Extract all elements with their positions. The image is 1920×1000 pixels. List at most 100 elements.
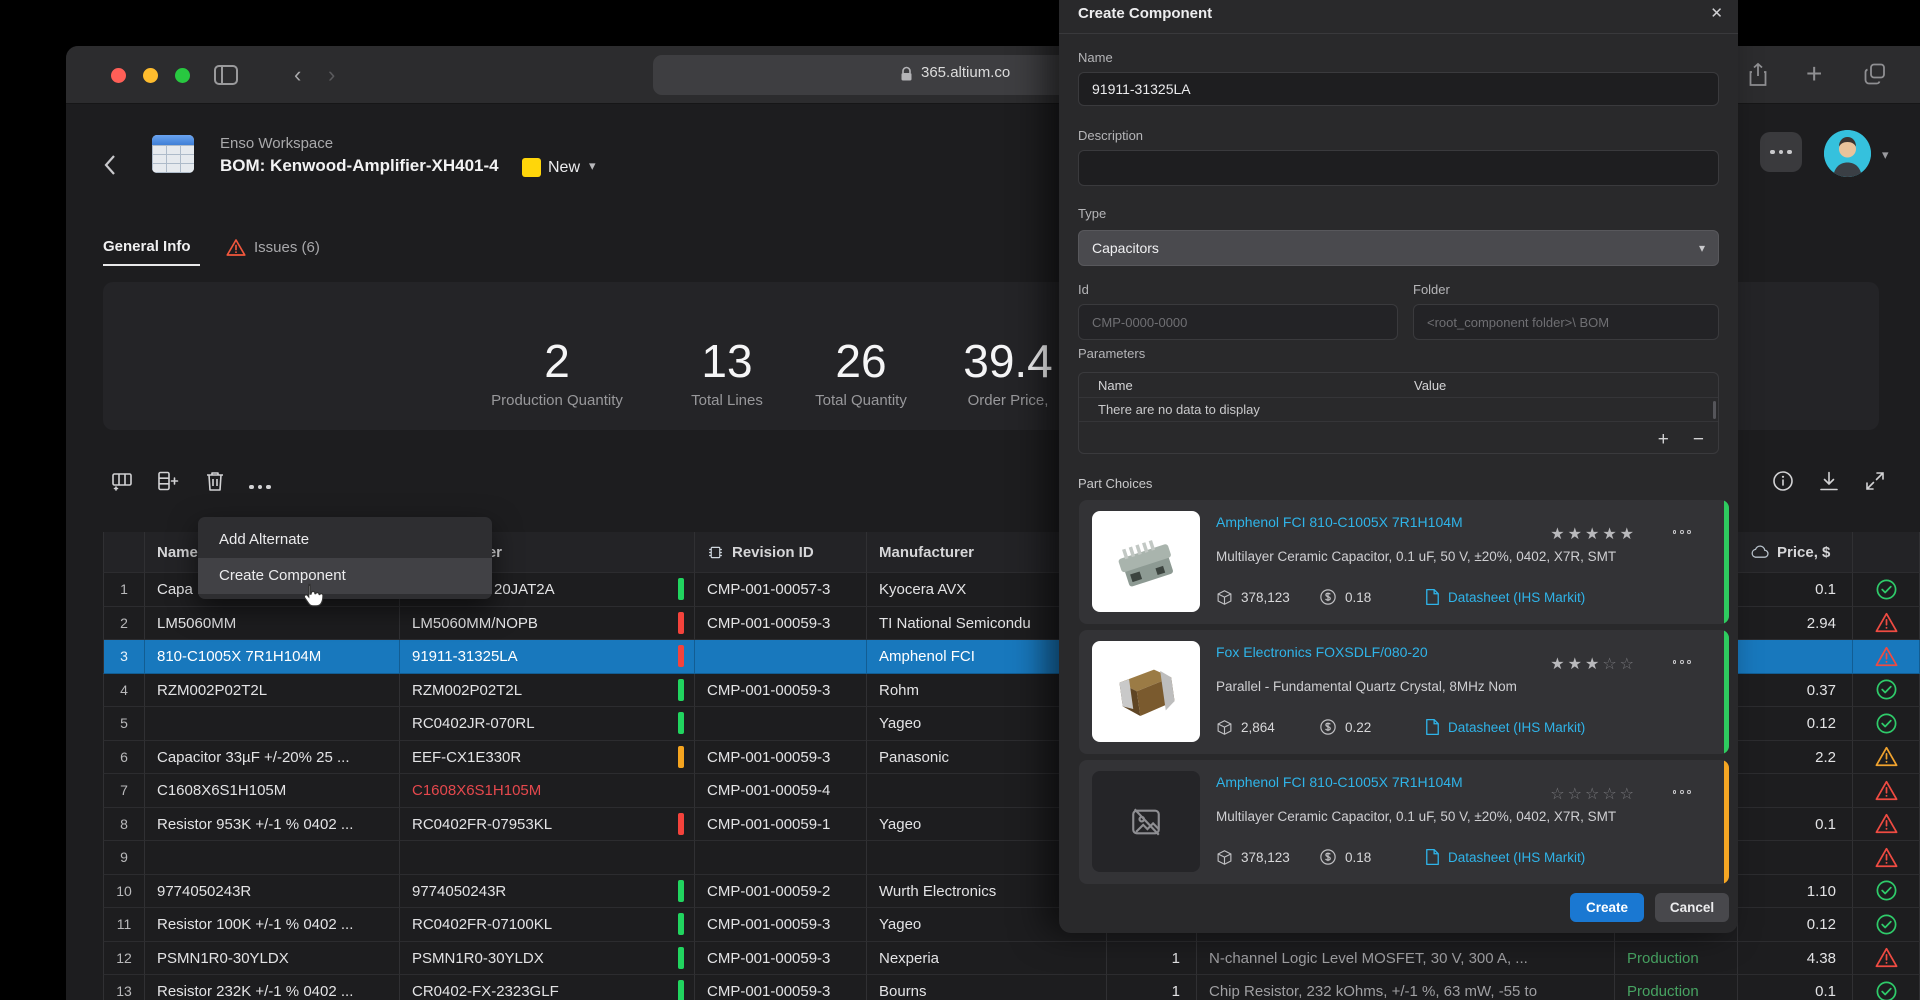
cell-revision[interactable]: CMP-001-00059-2 [695,875,867,909]
cell-price[interactable] [1738,841,1853,875]
cell-mpn[interactable]: C1608X6S1H105M [400,774,695,808]
datasheet-link[interactable]: Datasheet (IHS Markit) [1448,850,1585,865]
minimize-window-button[interactable] [143,68,158,83]
part-choice-card[interactable]: Fox Electronics FOXSDLF/080-20Parallel -… [1079,630,1729,754]
new-tab-icon[interactable]: + [1806,60,1822,88]
cell-revision[interactable] [695,841,867,875]
cell-price[interactable]: 4.38 [1738,942,1853,976]
id-field[interactable] [1078,304,1398,340]
star-filled-icon[interactable]: ★ [1585,526,1602,543]
cell-mpn[interactable]: EEF-CX1E330R [400,741,695,775]
cell-mpn[interactable]: LM5060MM/NOPB [400,607,695,641]
star-filled-icon[interactable]: ★ [1568,656,1585,673]
tab-overview-icon[interactable] [1863,62,1887,86]
create-button[interactable]: Create [1570,893,1644,922]
cell-revision[interactable]: CMP-001-00059-3 [695,674,867,708]
star-filled-icon[interactable]: ★ [1585,656,1602,673]
cell-num[interactable]: 1 [103,573,145,607]
cell-status[interactable] [1853,841,1920,875]
star-filled-icon[interactable]: ★ [1550,526,1567,543]
type-select[interactable]: Capacitors ▾ [1078,230,1719,266]
status-badge[interactable]: New [548,159,580,177]
cancel-button[interactable]: Cancel [1655,893,1729,922]
delete-icon[interactable] [205,470,225,492]
zoom-window-button[interactable] [175,68,190,83]
column-header-price[interactable]: Price, $ [1738,532,1853,573]
cell-revision[interactable] [695,640,867,674]
menu-item-create-component[interactable]: Create Component [198,558,492,594]
table-more-icon[interactable] [249,476,271,498]
cell-status[interactable] [1853,640,1920,674]
card-more-icon[interactable] [1673,530,1691,534]
forward-icon[interactable]: › [328,63,335,87]
description-field[interactable] [1078,150,1719,186]
card-more-icon[interactable] [1673,790,1691,794]
cell-name[interactable]: 810-C1005X 7R1H104M [145,640,400,674]
cell-price[interactable]: 0.12 [1738,707,1853,741]
cell-description[interactable]: N-channel Logic Level MOSFET, 30 V, 300 … [1197,942,1615,976]
cell-mpn[interactable]: PSMN1R0-30YLDX [400,942,695,976]
cell-mpn[interactable]: RZM002P02T2L [400,674,695,708]
cell-num[interactable]: 8 [103,808,145,842]
cell-price[interactable]: 2.94 [1738,607,1853,641]
cell-mpn[interactable] [400,841,695,875]
part-link[interactable]: Amphenol FCI 810-C1005X 7R1H104M [1216,514,1463,530]
cell-status[interactable] [1853,774,1920,808]
cell-name[interactable]: Capacitor 33µF +/-20% 25 ... [145,741,400,775]
cell-mpn[interactable]: 91911-31325LA [400,640,695,674]
cell-qty[interactable]: 1 [1107,942,1197,976]
part-link[interactable]: Fox Electronics FOXSDLF/080-20 [1216,644,1428,660]
star-empty-icon[interactable]: ☆ [1602,786,1619,803]
cell-revision[interactable]: CMP-001-00057-3 [695,573,867,607]
cell-mpn[interactable]: 9774050243R [400,875,695,909]
more-actions-button[interactable] [1760,132,1802,172]
column-header-status[interactable] [1853,532,1920,573]
part-link[interactable]: Amphenol FCI 810-C1005X 7R1H104M [1216,774,1463,790]
cell-price[interactable]: 0.37 [1738,674,1853,708]
cell-status[interactable] [1853,707,1920,741]
cell-status[interactable] [1853,573,1920,607]
star-empty-icon[interactable]: ☆ [1585,786,1602,803]
star-empty-icon[interactable]: ☆ [1620,656,1637,673]
cell-price[interactable]: 0.1 [1738,573,1853,607]
table-row[interactable]: 12PSMN1R0-30YLDXPSMN1R0-30YLDXCMP-001-00… [103,942,1920,976]
cell-num[interactable]: 6 [103,741,145,775]
cell-name[interactable]: C1608X6S1H105M [145,774,400,808]
close-icon[interactable]: ✕ [1710,4,1723,22]
back-icon[interactable]: ‹ [294,63,301,87]
cell-revision[interactable] [695,707,867,741]
remove-parameter-button[interactable]: − [1693,430,1704,449]
cell-name[interactable]: RZM002P02T2L [145,674,400,708]
cell-num[interactable]: 2 [103,607,145,641]
cell-status[interactable] [1853,674,1920,708]
cell-num[interactable]: 10 [103,875,145,909]
cell-lifecycle[interactable]: Production [1615,975,1738,1000]
manage-columns-icon[interactable] [111,470,133,492]
star-filled-icon[interactable]: ★ [1602,526,1619,543]
cell-num[interactable]: 13 [103,975,145,1000]
cell-status[interactable] [1853,908,1920,942]
download-icon[interactable] [1818,470,1840,492]
part-choice-card[interactable]: Amphenol FCI 810-C1005X 7R1H104MMultilay… [1079,500,1729,624]
cell-num[interactable]: 11 [103,908,145,942]
cell-status[interactable] [1853,875,1920,909]
cell-name[interactable]: LM5060MM [145,607,400,641]
part-choice-card[interactable]: Amphenol FCI 810-C1005X 7R1H104MMultilay… [1079,760,1729,884]
info-icon[interactable] [1772,470,1794,492]
folder-field[interactable] [1413,304,1719,340]
cell-description[interactable]: Chip Resistor, 232 kOhms, +/-1 %, 63 mW,… [1197,975,1615,1000]
cell-num[interactable]: 3 [103,640,145,674]
page-back-icon[interactable] [102,152,118,178]
cell-name[interactable]: Resistor 232K +/-1 % 0402 ... [145,975,400,1000]
cell-status[interactable] [1853,975,1920,1000]
cell-revision[interactable]: CMP-001-00059-3 [695,908,867,942]
star-empty-icon[interactable]: ☆ [1602,656,1619,673]
sidebar-toggle-icon[interactable] [214,65,238,85]
datasheet-link[interactable]: Datasheet (IHS Markit) [1448,590,1585,605]
star-empty-icon[interactable]: ☆ [1568,786,1585,803]
table-row[interactable]: 13Resistor 232K +/-1 % 0402 ...CR0402-FX… [103,975,1920,1000]
datasheet-link[interactable]: Datasheet (IHS Markit) [1448,720,1585,735]
cell-name[interactable]: PSMN1R0-30YLDX [145,942,400,976]
scrollbar-thumb[interactable] [1713,401,1716,419]
star-empty-icon[interactable]: ☆ [1550,786,1567,803]
